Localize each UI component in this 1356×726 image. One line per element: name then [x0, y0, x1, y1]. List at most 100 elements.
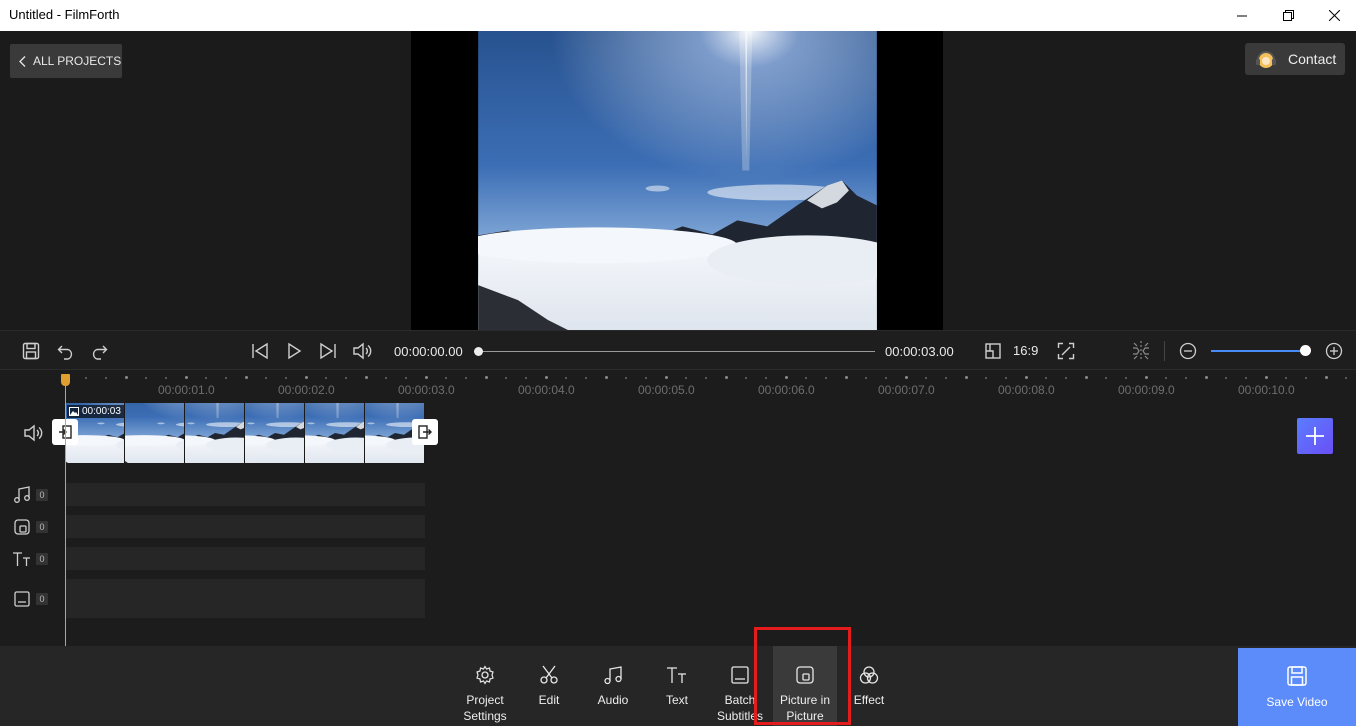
- audio-track-icon: [12, 485, 32, 505]
- ruler-tick: [1165, 377, 1167, 379]
- ruler-tick: [925, 377, 927, 379]
- contact-label: Contact: [1288, 51, 1337, 67]
- ruler-tick: [1305, 377, 1307, 379]
- ruler-tick: [665, 376, 668, 379]
- ruler-tick: [565, 377, 567, 379]
- ruler-tick: [505, 377, 507, 379]
- aspect-ratio-icon: [985, 343, 1001, 359]
- effect-button[interactable]: Effect: [847, 646, 891, 726]
- play-button[interactable]: [283, 340, 305, 362]
- ruler-label: 00:00:08.0: [998, 383, 1055, 397]
- seek-knob[interactable]: [474, 347, 483, 356]
- skip-start-icon: [252, 342, 268, 360]
- audio-button[interactable]: Audio: [591, 646, 635, 726]
- skip-end-icon: [320, 342, 336, 360]
- ruler-label: 00:00:06.0: [758, 383, 815, 397]
- timeline[interactable]: 00:00:01.0 00:00:02.0 00:00:03.0 00:00:04.0…: [0, 371, 1356, 646]
- ruler-tick: [125, 376, 128, 379]
- ruler-tick: [145, 377, 147, 379]
- play-icon: [288, 342, 302, 360]
- ruler-tick: [525, 377, 527, 379]
- audio-track-count: 0: [36, 489, 48, 501]
- close-button[interactable]: [1311, 0, 1356, 31]
- chevron-left-icon: [19, 55, 26, 67]
- ruler-tick: [1345, 377, 1347, 379]
- ruler-label: 00:00:04.0: [518, 383, 575, 397]
- save-video-button[interactable]: Save Video: [1238, 648, 1356, 726]
- player-controls: 00:00:00.00 00:00:03.00 16:9: [0, 330, 1356, 370]
- seek-bar[interactable]: [474, 347, 875, 356]
- undo-button[interactable]: [55, 340, 77, 362]
- text-track[interactable]: [65, 547, 425, 570]
- ruler-tick: [965, 376, 968, 379]
- edit-label: Edit: [538, 693, 560, 707]
- gear-icon: [476, 665, 494, 685]
- pip-track-count: 0: [36, 521, 48, 533]
- aspect-ratio-button[interactable]: [982, 340, 1004, 362]
- ruler-tick: [905, 376, 908, 379]
- zoom-slider-track[interactable]: [1211, 350, 1305, 352]
- ruler-tick: [465, 377, 467, 379]
- ruler-tick: [385, 377, 387, 379]
- ruler-tick: [1185, 377, 1187, 379]
- playhead-handle[interactable]: [61, 374, 70, 386]
- split-button[interactable]: [1130, 340, 1152, 362]
- pip-track[interactable]: [65, 515, 425, 538]
- video-preview[interactable]: [411, 31, 943, 330]
- subtitle-track-count: 0: [36, 593, 48, 605]
- all-projects-label: ALL PROJECTS: [33, 54, 122, 68]
- ruler-tick: [285, 377, 287, 379]
- ruler-tick: [485, 376, 488, 379]
- ruler-tick: [205, 377, 207, 379]
- playhead[interactable]: [65, 374, 66, 646]
- ruler-tick: [1065, 377, 1067, 379]
- total-time: 00:00:03.00: [885, 344, 954, 359]
- edit-button[interactable]: Edit: [527, 646, 571, 726]
- save-project-button[interactable]: [20, 340, 42, 362]
- volume-icon: [353, 342, 372, 360]
- project-settings-button[interactable]: Project Settings: [455, 646, 515, 726]
- audio-track[interactable]: [65, 483, 425, 506]
- title-bar: Untitled - FilmForth: [0, 0, 1356, 31]
- ruler-tick: [1025, 376, 1028, 379]
- ruler-tick: [1005, 377, 1007, 379]
- volume-button[interactable]: [351, 340, 373, 362]
- project-settings-label-1: Project: [466, 693, 504, 707]
- text-icon: [667, 667, 686, 683]
- ruler-label: 00:00:02.0: [278, 383, 335, 397]
- ruler-tick: [545, 376, 548, 379]
- ruler-tick: [1245, 377, 1247, 379]
- ruler-tick: [1265, 376, 1268, 379]
- close-icon: [1328, 10, 1340, 21]
- track-mute-button[interactable]: [22, 423, 44, 443]
- subtitle-track-icon: [12, 589, 32, 609]
- redo-button[interactable]: [88, 340, 110, 362]
- fullscreen-button[interactable]: [1055, 340, 1077, 362]
- minimize-button[interactable]: [1219, 0, 1265, 31]
- clip-thumbnail: [185, 403, 245, 463]
- music-note-icon: [604, 666, 622, 685]
- ruler-label: 00:00:09.0: [1118, 383, 1175, 397]
- contact-button[interactable]: Contact: [1245, 43, 1345, 75]
- subtitle-track[interactable]: [65, 579, 425, 618]
- ruler-tick: [785, 376, 788, 379]
- ruler-tick: [805, 377, 807, 379]
- clip-trim-end-handle[interactable]: [412, 419, 438, 445]
- text-button[interactable]: Text: [655, 646, 699, 726]
- clip-thumbnail: [305, 403, 365, 463]
- zoom-out-button[interactable]: [1177, 340, 1199, 362]
- text-label: Text: [665, 693, 688, 707]
- ruler-label: 00:00:01.0: [158, 383, 215, 397]
- add-media-button[interactable]: [1297, 418, 1333, 454]
- restore-button[interactable]: [1265, 0, 1311, 31]
- ruler-tick: [245, 376, 248, 379]
- zoom-slider-knob[interactable]: [1300, 345, 1311, 356]
- zoom-in-button[interactable]: [1323, 340, 1345, 362]
- skip-to-end-button[interactable]: [317, 340, 339, 362]
- highlight-box: [754, 627, 851, 725]
- aspect-ratio-value[interactable]: 16:9: [1013, 343, 1038, 358]
- all-projects-button[interactable]: ALL PROJECTS: [10, 44, 122, 78]
- subtitle-icon: [731, 666, 749, 684]
- ruler-tick: [605, 376, 608, 379]
- skip-to-start-button[interactable]: [249, 340, 271, 362]
